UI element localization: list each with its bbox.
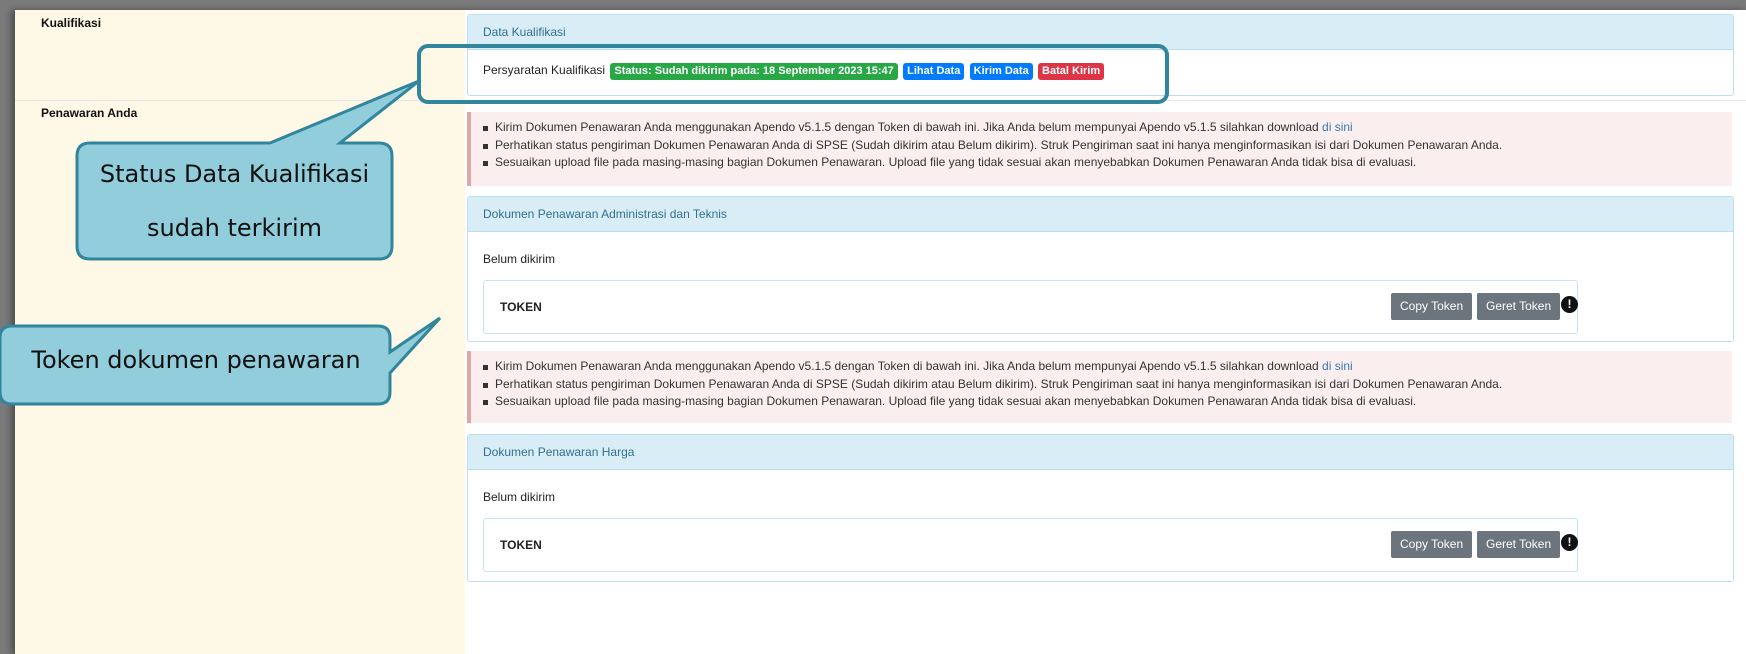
annotation-overlay [0,44,1169,406]
status-callout-line1: Status Data Kualifikasi [99,160,370,188]
token-callout-text: Token dokumen penawaran [31,346,361,374]
status-callout-line2: sudah terkirim [146,214,323,242]
highlight-box [417,44,1169,104]
